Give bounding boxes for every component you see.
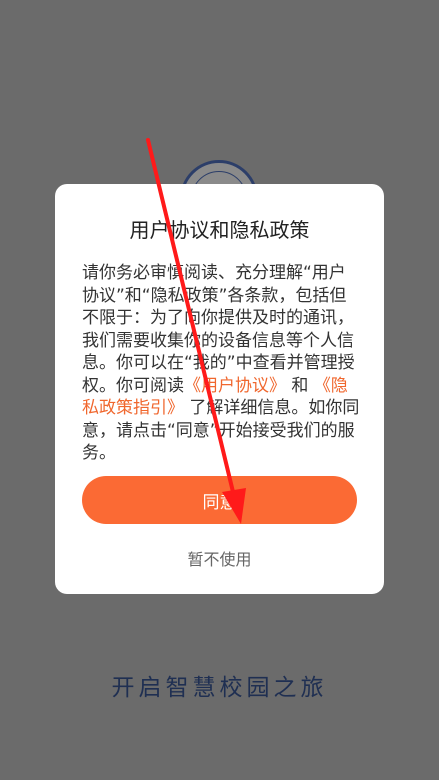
and-text: 和 (291, 375, 309, 396)
slogan-text: 开启智慧校园之旅 (111, 675, 328, 701)
dialog-title: 用户协议和隐私政策 (129, 218, 310, 242)
decline-button[interactable]: 暂不使用 (55, 546, 384, 570)
user-agreement-link[interactable]: 《用户协议》 (184, 376, 286, 396)
dialog-body: 请你务必审慎阅读、充分理解“用户协议”和“隐私政策”各条款，包括但不限于：为了向… (82, 262, 360, 465)
agree-button[interactable]: 同意 (82, 476, 357, 524)
privacy-dialog: 用户协议和隐私政策 请你务必审慎阅读、充分理解“用户协议”和“隐私政策”各条款，… (55, 184, 384, 594)
